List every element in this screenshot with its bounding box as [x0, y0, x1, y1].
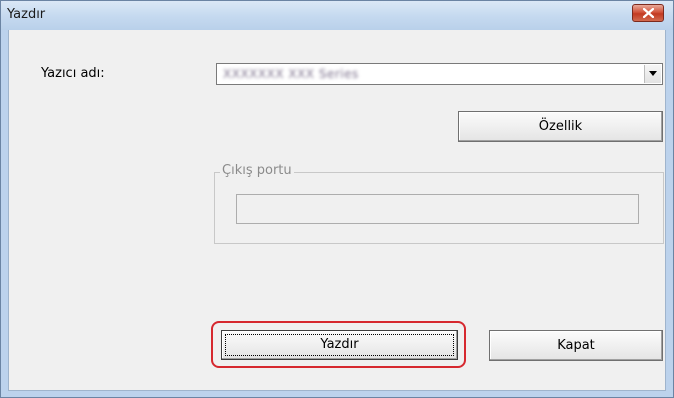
close-button[interactable]: Kapat	[489, 330, 663, 361]
output-port-legend: Çıkış portu	[220, 163, 294, 178]
output-port-field	[236, 194, 639, 224]
window-close-button[interactable]	[632, 4, 664, 22]
close-icon	[643, 8, 654, 18]
printer-name-label: Yazıcı adı:	[41, 66, 105, 81]
close-button-label: Kapat	[557, 338, 595, 353]
dropdown-arrow-button[interactable]	[644, 65, 661, 83]
printer-name-select[interactable]: XXXXXXX XXX Series	[216, 63, 663, 85]
window-title: Yazdır	[7, 7, 46, 22]
focus-rectangle	[225, 334, 454, 356]
properties-button-label: Özellik	[538, 119, 583, 134]
printer-name-value: XXXXXXX XXX Series	[223, 67, 359, 81]
dialog-body: Yazıcı adı: XXXXXXX XXX Series Özellik Ç…	[8, 30, 666, 391]
properties-button[interactable]: Özellik	[458, 111, 663, 142]
title-bar[interactable]: Yazdır	[1, 1, 673, 30]
chevron-down-icon	[649, 71, 657, 76]
print-dialog-window: Yazdır Yazıcı adı: XXXXXXX XXX Series Öz…	[0, 0, 674, 398]
print-button[interactable]: Yazdır	[221, 330, 458, 360]
